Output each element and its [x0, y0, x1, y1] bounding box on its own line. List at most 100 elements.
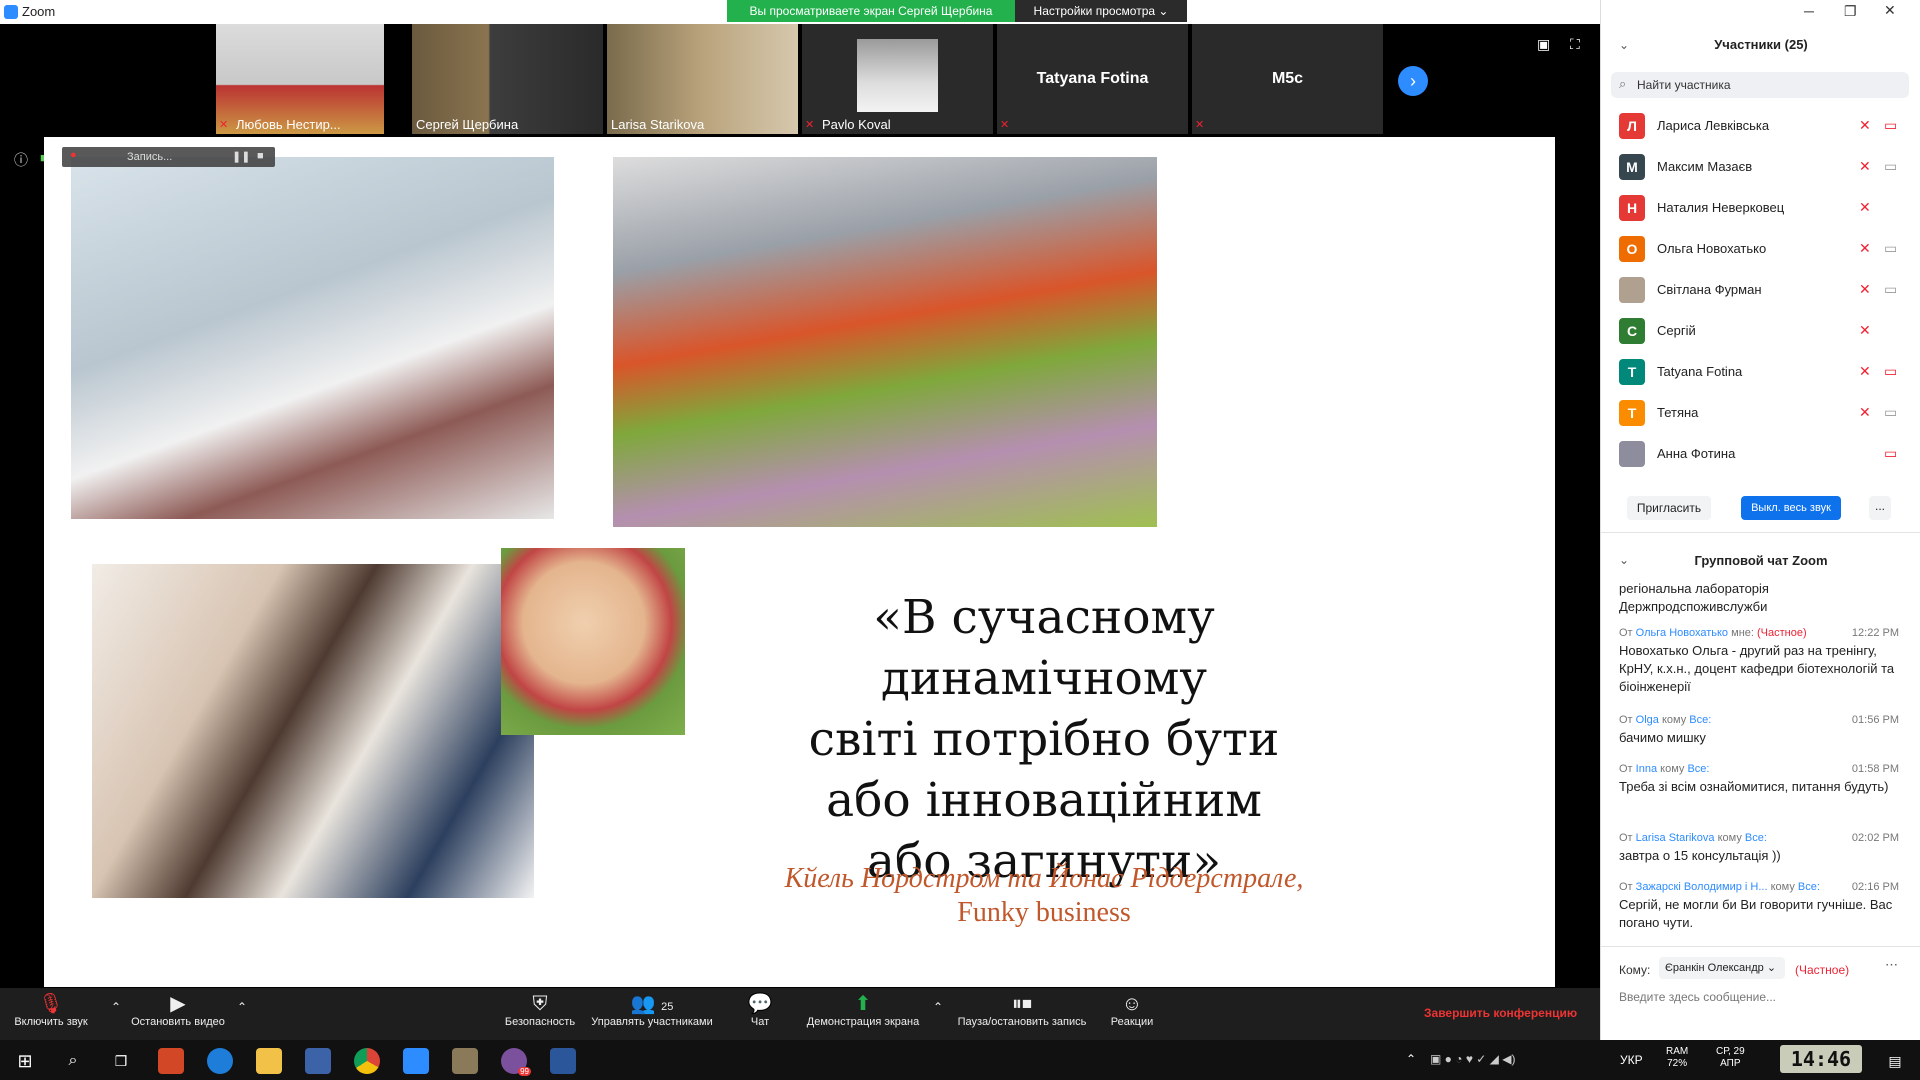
video-thumbnail[interactable]: Larisa Starikova: [607, 24, 798, 134]
video-off-icon[interactable]: ▭: [1884, 117, 1897, 134]
notifications-icon[interactable]: ▤: [1880, 1048, 1910, 1074]
participant-search[interactable]: ⌕ Найти участника: [1611, 72, 1909, 98]
muted-mic-icon: 🎙: [38, 993, 64, 1015]
participant-name: Анна Фотина: [1657, 446, 1736, 461]
muted-mic-icon[interactable]: ✕: [1859, 404, 1871, 421]
save-app-icon[interactable]: [305, 1048, 331, 1074]
pause-recording-icon[interactable]: ❚❚: [232, 150, 250, 163]
video-thumbnail-active[interactable]: Сергей Щербина: [412, 24, 603, 134]
muted-mic-icon[interactable]: ✕: [1859, 363, 1871, 380]
edge-icon[interactable]: [207, 1048, 233, 1074]
powerpoint-icon[interactable]: [158, 1048, 184, 1074]
mute-all-button[interactable]: Выкл. весь звук: [1741, 496, 1841, 520]
end-meeting-button[interactable]: Завершить конференцию: [1424, 1006, 1577, 1020]
unmute-button[interactable]: 🎙 Включить звук: [6, 992, 96, 1028]
chat-recipient: Все:: [1797, 881, 1820, 893]
participant-row[interactable]: Т Тетяна ✕ ▭: [1619, 400, 1909, 428]
reactions-button[interactable]: ☺ Реакции: [1104, 992, 1160, 1028]
participant-row[interactable]: Л Лариса Левківська ✕ ▭: [1619, 113, 1909, 141]
chat-sender[interactable]: Ольга Новохатько: [1636, 627, 1728, 639]
stop-video-button[interactable]: ▶ Остановить видео: [128, 992, 228, 1028]
participant-row[interactable]: С Сергій ✕: [1619, 318, 1909, 346]
chat-sender[interactable]: Olga: [1636, 714, 1659, 726]
muted-mic-icon[interactable]: ✕: [1859, 199, 1871, 216]
word-icon[interactable]: [550, 1048, 576, 1074]
security-button[interactable]: ⛨ Безопасность: [502, 992, 578, 1028]
chat-sender[interactable]: Зажарскі Володимир і Н...: [1636, 881, 1768, 893]
participant-name: Ольга Новохатько: [1657, 241, 1767, 256]
video-off-icon[interactable]: ▭: [1884, 445, 1897, 462]
muted-mic-icon[interactable]: ✕: [1859, 322, 1871, 339]
maximize-icon[interactable]: ❐: [1844, 3, 1857, 20]
chat-message: От Зажарскі Володимир і Н... кому Все: 0…: [1619, 878, 1899, 932]
stop-recording-icon[interactable]: ■: [257, 150, 264, 162]
task-view-icon[interactable]: ❒: [108, 1048, 134, 1074]
muted-mic-icon[interactable]: ✕: [1859, 117, 1871, 134]
participant-row[interactable]: О Ольга Новохатько ✕ ▭: [1619, 236, 1909, 264]
chat-meta: От Зажарскі Володимир і Н... кому Все: 0…: [1619, 878, 1899, 896]
minimize-icon[interactable]: ─: [1804, 3, 1814, 19]
viber-icon[interactable]: 99: [501, 1048, 531, 1076]
file-explorer-icon[interactable]: [256, 1048, 282, 1074]
chat-sender[interactable]: Inna: [1636, 763, 1657, 775]
more-options-button[interactable]: ...: [1869, 496, 1891, 520]
invite-button[interactable]: Пригласить: [1627, 496, 1711, 520]
video-thumbnail[interactable]: ✕ Pavlo Koval: [802, 24, 993, 134]
private-tag: (Частное): [1757, 627, 1807, 639]
fullscreen-icon[interactable]: ⛶: [1570, 36, 1580, 53]
video-thumbnail[interactable]: Tatyana Fotina ✕: [997, 24, 1188, 134]
recipient-dropdown[interactable]: Єранкін Олександр ⌄: [1659, 957, 1785, 979]
participant-name: Лариса Левківська: [1657, 118, 1770, 133]
info-icon[interactable]: ⓘ: [14, 150, 28, 170]
video-off-icon[interactable]: ▭: [1884, 404, 1897, 421]
next-page-arrow-icon[interactable]: ›: [1398, 66, 1428, 96]
video-off-icon[interactable]: ▭: [1884, 363, 1897, 380]
video-thumbnail[interactable]: M5c ✕: [1192, 24, 1383, 134]
baby-watermelon-photo: [501, 548, 685, 735]
share-options-chevron-icon[interactable]: ⌃: [928, 1000, 948, 1014]
chrome-icon[interactable]: [354, 1048, 380, 1074]
share-screen-button[interactable]: ⬆ Демонстрация экрана: [798, 992, 928, 1028]
gallery-view-icon[interactable]: ▣: [1537, 36, 1550, 53]
view-settings-button[interactable]: Настройки просмотра ⌄: [1015, 0, 1187, 22]
quote-line: або інноваційним: [826, 773, 1262, 828]
language-indicator[interactable]: УКР: [1620, 1053, 1643, 1067]
zoom-taskbar-icon[interactable]: [403, 1048, 429, 1074]
chat-more-icon[interactable]: ⋯: [1885, 957, 1898, 973]
participant-row[interactable]: T Tatyana Fotina ✕ ▭: [1619, 359, 1909, 387]
participant-row[interactable]: Світлана Фурман ✕ ▭: [1619, 277, 1909, 305]
thumbnail-name: Сергей Щербина: [416, 117, 519, 132]
chat-button[interactable]: 💬 Чат: [740, 992, 780, 1028]
clock[interactable]: 14:46: [1780, 1045, 1862, 1073]
participant-row[interactable]: М Максим Мазаєв ✕ ▭: [1619, 154, 1909, 182]
image-viewer-icon[interactable]: [452, 1048, 478, 1074]
date-line: АПР: [1720, 1058, 1741, 1069]
chat-message: От Larisa Starikova кому Все: 02:02 PM за…: [1619, 829, 1899, 865]
audio-options-chevron-icon[interactable]: ⌃: [106, 1000, 126, 1014]
divider: [1601, 532, 1920, 533]
tray-chevron-icon[interactable]: ⌃: [1406, 1052, 1416, 1066]
participant-row[interactable]: Н Наталия Неверковец ✕: [1619, 195, 1909, 223]
video-off-icon[interactable]: ▭: [1884, 240, 1897, 257]
search-icon[interactable]: ⌕: [60, 1048, 86, 1074]
windows-start-icon[interactable]: ⊞: [12, 1048, 38, 1074]
video-thumbnail[interactable]: ✕ Любовь Нестир...: [216, 24, 384, 134]
muted-mic-icon[interactable]: ✕: [1859, 158, 1871, 175]
chat-time: 01:58 PM: [1851, 763, 1899, 775]
date-line: СР, 29: [1716, 1046, 1745, 1057]
video-off-icon[interactable]: ▭: [1884, 281, 1897, 298]
pause-stop-recording-button[interactable]: ⏸⏹ Пауза/остановить запись: [950, 992, 1094, 1028]
video-off-icon[interactable]: ▭: [1884, 158, 1897, 175]
to-word: кому: [1770, 881, 1795, 893]
muted-mic-icon[interactable]: ✕: [1859, 240, 1871, 257]
muted-mic-icon[interactable]: ✕: [1859, 281, 1871, 298]
chat-sender[interactable]: Larisa Starikova: [1636, 832, 1715, 844]
message-input[interactable]: Введите здесь сообщение...: [1619, 990, 1776, 1004]
search-input[interactable]: Найти участника: [1637, 78, 1731, 92]
close-icon[interactable]: ✕: [1884, 2, 1896, 19]
side-panel: ⌄ Участники (25) ─ ❐ ✕ ⌕ Найти участника…: [1600, 0, 1920, 1040]
manage-participants-button[interactable]: 👥 25 Управлять участниками: [584, 992, 720, 1028]
participant-row[interactable]: Анна Фотина ▭: [1619, 441, 1909, 469]
chat-message: От Olga кому Все: 01:56 PM бачимо мишку: [1619, 711, 1899, 747]
video-options-chevron-icon[interactable]: ⌃: [232, 1000, 252, 1014]
